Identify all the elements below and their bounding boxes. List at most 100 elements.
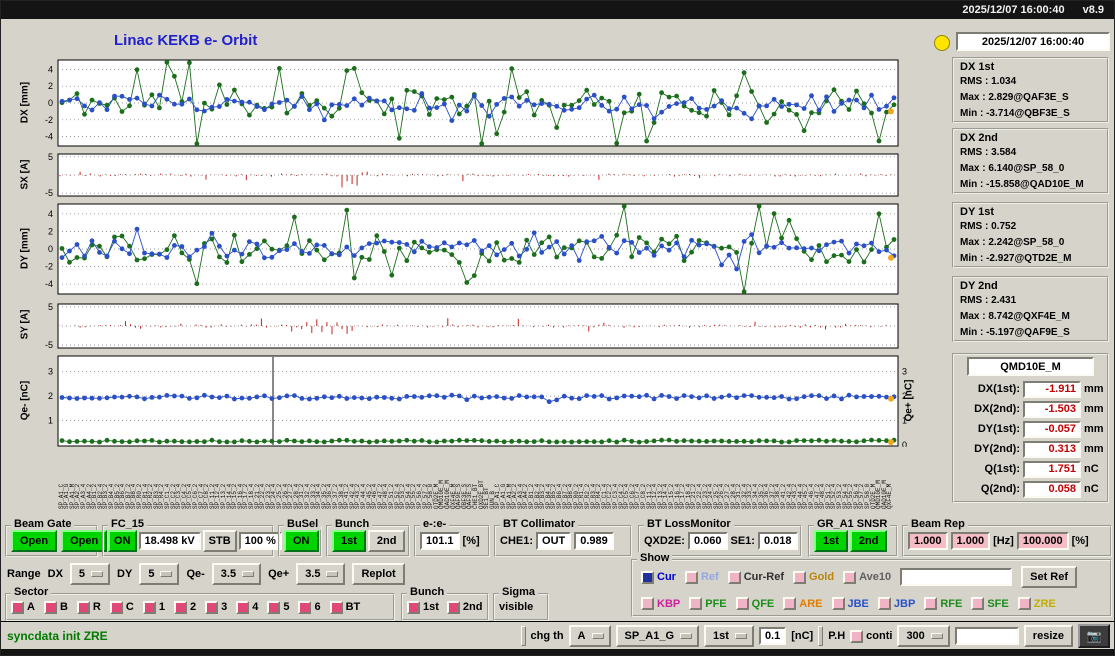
checkbox-label: Cur (657, 571, 676, 583)
gr-a1-1st-button[interactable]: 1st (814, 530, 848, 552)
range-dy-label: DY (117, 568, 133, 580)
sector-checkbox-r[interactable]: R (76, 600, 101, 614)
sector-checkbox-1[interactable]: 1 (142, 600, 165, 614)
sector-checkbox-3[interactable]: 3 (205, 600, 227, 614)
group-label: FC_15 (108, 518, 148, 530)
stat-rms: RMS : 1.034 (960, 76, 1017, 87)
stats-group-dy-1st: DY 1st RMS : 0.752 Max : 2.242@SP_58_0 M… (952, 202, 1109, 268)
monitor-row-unit: nC (1084, 483, 1099, 495)
stats-group-title: DX 1st (960, 61, 995, 73)
fc15-kv-value: 18.498 kV (138, 532, 201, 550)
checkbox-label: 6 (314, 601, 321, 613)
show-checkbox-ref[interactable]: Ref (684, 570, 719, 584)
resize-button[interactable]: resize (1023, 625, 1073, 647)
sector-checkbox-6[interactable]: 6 (298, 600, 321, 614)
sector-checkbox-a[interactable]: A (11, 600, 35, 614)
status-controls: chg th A SP_A1_G 1st 0.1 [nC] P.H conti … (520, 624, 1110, 648)
group-label: e-:e- (420, 518, 450, 530)
range-dy-select[interactable]: 5 (139, 563, 180, 585)
set-ref-button[interactable]: Set Ref (1021, 566, 1078, 588)
gr-a1-snsr-group: GR_A1 SNSR 1st 2nd (808, 518, 898, 557)
charge-plot: 3 2 1 3 2 1 0 (48, 355, 907, 447)
beam-gate-open-2-button[interactable]: Open (61, 530, 108, 552)
checkbox-label: QFE (751, 597, 775, 610)
qxd2e-value: 0.060 (687, 532, 728, 550)
conti-checkbox[interactable]: conti (850, 629, 892, 643)
monitor-row-value: -1.503 (1023, 400, 1081, 418)
show-checkbox-kbp[interactable]: KBP (641, 597, 680, 610)
beam-gate-open-1-button[interactable]: Open (11, 530, 58, 552)
toggle-handle-icon[interactable] (520, 626, 526, 646)
show-checkbox-jbe[interactable]: JBE (831, 597, 869, 610)
svg-text:-2: -2 (45, 262, 53, 272)
replot-button[interactable]: Replot (352, 563, 405, 585)
sector-group: Sector A B R C 1 2 3 4 5 6 BT (5, 586, 395, 621)
show-checkbox-jbp[interactable]: JBP (877, 597, 915, 610)
sector-checkbox-2[interactable]: 2 (173, 600, 197, 614)
sector-select[interactable]: A (568, 625, 611, 647)
fc15-stb-button[interactable]: STB (202, 530, 237, 552)
sector-select-value: A (577, 630, 586, 642)
stat-rms: RMS : 0.752 (960, 221, 1017, 232)
checkbox-indicator (76, 600, 90, 614)
show-checkbox-pfe[interactable]: PFE (689, 597, 727, 610)
toggle-handle-icon[interactable] (818, 626, 824, 646)
sigma-visible-toggle[interactable]: visible (499, 601, 533, 613)
range-qem-select[interactable]: 3.5 (211, 563, 262, 585)
group-label: Beam Gate (11, 518, 75, 530)
dx-axis-label: DX [mm] (19, 81, 31, 124)
show-checkbox-ave10[interactable]: Ave10 (843, 570, 892, 584)
checkbox-label: JBE (847, 597, 869, 610)
checkbox-label: C (125, 601, 134, 613)
bunch-1st-button[interactable]: 1st (332, 530, 366, 552)
status-message: syncdata init ZRE (7, 629, 108, 643)
show-checkbox-sfe[interactable]: SFE (971, 597, 1009, 610)
bunch-select[interactable]: 1st (704, 625, 754, 647)
svg-text:1: 1 (902, 416, 907, 426)
count-select[interactable]: 300 (897, 625, 950, 647)
sector-checkbox-4[interactable]: 4 (236, 600, 258, 614)
sy-axis-label: SY [A] (19, 309, 31, 340)
option-menu-icon (591, 633, 604, 639)
show-checkbox-cur-ref[interactable]: Cur-Ref (727, 570, 784, 584)
camera-button[interactable]: 📷 (1078, 624, 1110, 648)
range-qep-select[interactable]: 3.5 (296, 563, 346, 585)
show-checkbox-gold[interactable]: Gold (793, 570, 834, 584)
show-checkbox-zre[interactable]: ZRE (1017, 597, 1056, 610)
sector-checkbox-c[interactable]: C (109, 600, 134, 614)
show-checkbox-are[interactable]: ARE (783, 597, 823, 610)
sector-checkbox-5[interactable]: 5 (267, 600, 289, 614)
sector-checkbox-bt[interactable]: BT (329, 600, 360, 614)
checkbox-indicator (641, 597, 654, 610)
sector-checkbox-b[interactable]: B (43, 600, 68, 614)
sigma-group: Sigma visible (493, 586, 549, 621)
bunch-checkbox-2nd[interactable]: 2nd (446, 600, 482, 614)
busel-group: BuSel ON (278, 518, 322, 557)
gr-a1-2nd-button[interactable]: 2nd (849, 530, 888, 552)
ref-input[interactable] (900, 568, 1013, 586)
dy-orbit-plot: 4 2 0 -2 -4 (45, 203, 899, 295)
checkbox-label: Ave10 (859, 571, 892, 583)
checkbox-label: A (27, 601, 35, 613)
range-qem-label: Qe- (186, 568, 205, 580)
timestamp-display: 2025/12/07 16:00:40 (956, 32, 1110, 51)
monitor-row-value: -1.911 (1023, 380, 1081, 398)
ph-toggle[interactable]: P.H (828, 630, 845, 642)
bunch-2nd-button[interactable]: 2nd (367, 530, 406, 552)
checkbox-label: 1st (423, 601, 439, 613)
fc15-percent-value: 100 % (238, 532, 282, 550)
monitor-select[interactable]: SP_A1_G (615, 625, 700, 647)
range-dx-select[interactable]: 5 (69, 563, 111, 585)
busel-on-button[interactable]: ON (284, 530, 319, 552)
count-input[interactable] (954, 627, 1019, 645)
monitor-select-value: SP_A1_G (624, 630, 675, 642)
show-checkbox-cur[interactable]: Cur (641, 570, 676, 584)
show-checkbox-rfe[interactable]: RFE (924, 597, 962, 610)
bunch-checkbox-1st[interactable]: 1st (407, 600, 439, 614)
threshold-value[interactable]: 0.1 (758, 627, 787, 645)
show-checkbox-qfe[interactable]: QFE (735, 597, 775, 610)
range-qem-value: 3.5 (220, 568, 237, 580)
checkbox-indicator (689, 597, 703, 610)
checkbox-label: 2 (189, 601, 197, 613)
fc15-on-button[interactable]: ON (108, 530, 137, 552)
